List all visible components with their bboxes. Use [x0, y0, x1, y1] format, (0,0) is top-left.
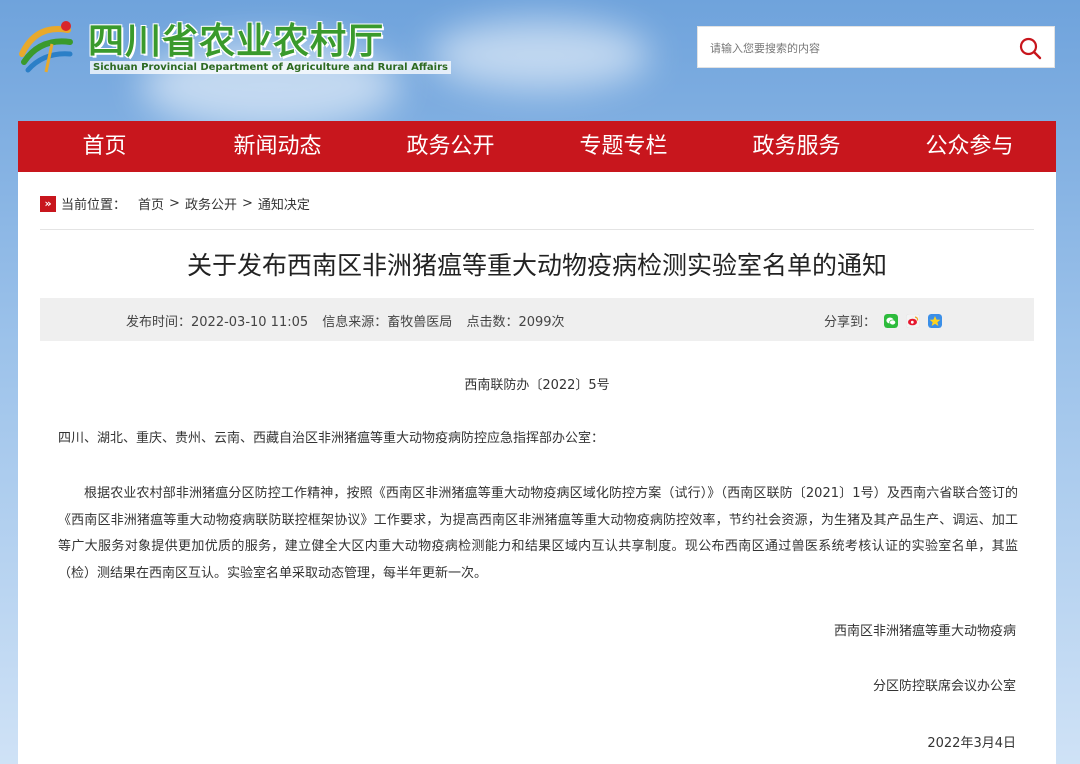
article-title: 关于发布西南区非洲猪瘟等重大动物疫病检测实验室名单的通知	[186, 251, 887, 280]
site-logo-title[interactable]: 四川省农业农村厅	[88, 12, 384, 64]
breadcrumb-label: 当前位置：	[61, 198, 127, 213]
nav-item-public-participation[interactable]: 公众参与	[883, 121, 1056, 172]
document-number: 西南联防办〔2022〕5号	[464, 378, 610, 393]
breadcrumb-separator: >	[169, 196, 180, 211]
nav-item-news[interactable]: 新闻动态	[191, 121, 364, 172]
article-body: 根据农业农村部非洲猪瘟分区防控工作精神，按照《西南区非洲猪瘟等重大动物疫病区域化…	[58, 486, 1018, 581]
wechat-share-icon[interactable]	[884, 313, 899, 328]
search-input[interactable]	[708, 36, 1002, 60]
share-bar: 分享到：	[824, 311, 943, 330]
nav-item-government-affairs[interactable]: 政务公开	[364, 121, 537, 172]
search-icon[interactable]	[1018, 36, 1042, 60]
site-logo-subtitle: Sichuan Provincial Department of Agricul…	[90, 61, 451, 74]
search-box	[697, 26, 1055, 68]
main-nav: 首页 新闻动态 政务公开 专题专栏 政务服务 公众参与	[18, 121, 1056, 172]
signature-line-2: 分区防控联席会议办公室	[872, 679, 1016, 694]
document-date: 2022年3月4日	[927, 736, 1016, 751]
info-source: 信息来源：畜牧兽医局	[322, 315, 453, 330]
site-header: 四川省农业农村厅 Sichuan Provincial Department o…	[0, 0, 1080, 120]
article-meta-bar: 发布时间：2022-03-10 11:05 信息来源：畜牧兽医局 点击数：209…	[40, 298, 1034, 341]
logo-emblem-icon	[19, 21, 73, 73]
article-addressee: 四川、湖北、重庆、贵州、云南、西藏自治区非洲猪瘟等重大动物疫病防控应急指挥部办公…	[58, 431, 605, 446]
click-count: 点击数：2099次	[466, 315, 565, 330]
breadcrumb-divider	[40, 229, 1034, 230]
breadcrumb-notices[interactable]: 通知决定	[258, 194, 310, 213]
breadcrumb-home[interactable]: 首页	[138, 194, 164, 213]
nav-item-special-topics[interactable]: 专题专栏	[537, 121, 710, 172]
breadcrumb-separator: >	[241, 196, 253, 211]
breadcrumb-government-affairs[interactable]: 政务公开	[185, 194, 237, 213]
publish-time: 发布时间：2022-03-10 11:05	[126, 315, 309, 330]
signature-line-1: 西南区非洲猪瘟等重大动物疫病	[833, 624, 1016, 639]
nav-item-services[interactable]: 政务服务	[710, 121, 883, 172]
nav-item-home[interactable]: 首页	[18, 121, 191, 172]
double-chevron-icon: »	[40, 195, 56, 212]
main-content: » 当前位置： 首页 > 政务公开 > 通知决定 关于发布西南区非洲猪瘟等重大动…	[18, 172, 1056, 764]
weibo-share-icon[interactable]	[906, 313, 921, 328]
breadcrumb: » 当前位置： 首页 > 政务公开 > 通知决定	[40, 194, 310, 213]
qzone-share-icon[interactable]	[928, 313, 943, 328]
share-label: 分享到：	[824, 315, 877, 330]
